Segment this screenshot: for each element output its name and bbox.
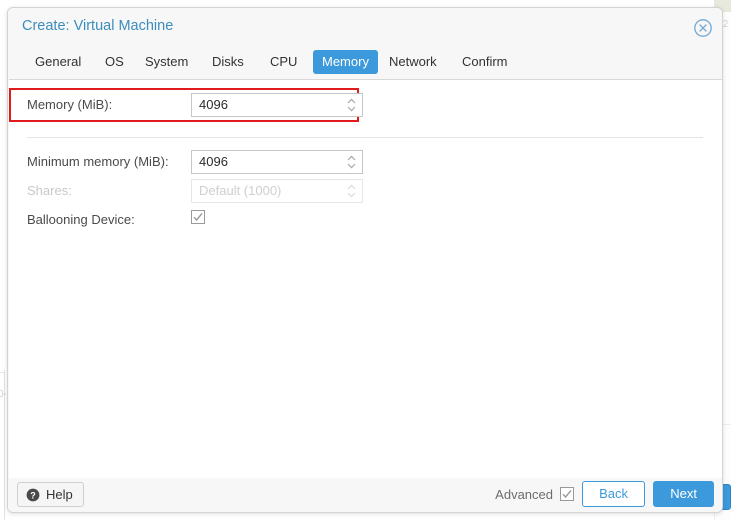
- tab-confirm[interactable]: Confirm: [453, 50, 517, 74]
- memory-label: Memory (MiB):: [27, 97, 113, 112]
- ballooning-device-row: Ballooning Device:: [9, 206, 722, 234]
- ballooning-device-label: Ballooning Device:: [27, 212, 135, 227]
- dialog-titlebar: Create: Virtual Machine: [8, 8, 722, 48]
- advanced-label: Advanced: [495, 486, 553, 502]
- svg-text:?: ?: [30, 490, 36, 500]
- memory-spinbox[interactable]: 4096: [191, 93, 363, 117]
- shares-label: Shares:: [27, 183, 72, 198]
- help-button-label: Help: [46, 487, 73, 502]
- memory-row: Memory (MiB): 4096: [9, 91, 722, 119]
- dialog-footer: ? Help Advanced Back Next: [8, 478, 722, 512]
- memory-stepper-arrows[interactable]: [346, 97, 357, 113]
- minimum-memory-spinbox[interactable]: 4096: [191, 150, 363, 174]
- minimum-memory-label: Minimum memory (MiB):: [27, 154, 169, 169]
- background-left-divider-2: [0, 372, 5, 373]
- section-divider: [27, 137, 703, 138]
- help-button[interactable]: ? Help: [17, 482, 84, 507]
- dialog-title: Create: Virtual Machine: [22, 18, 174, 34]
- shares-spinbox: Default (1000): [191, 179, 363, 203]
- ballooning-device-checkbox[interactable]: [191, 210, 205, 224]
- wizard-tabs: General OS System Disks CPU Memory Netwo…: [8, 48, 722, 79]
- memory-value: 4096: [199, 97, 228, 112]
- minimum-memory-row: Minimum memory (MiB): 4096: [9, 148, 722, 176]
- create-virtual-machine-dialog: Create: Virtual Machine General OS Syste…: [7, 7, 723, 513]
- tab-disks[interactable]: Disks: [203, 50, 253, 74]
- advanced-checkbox[interactable]: [560, 487, 574, 501]
- tab-general[interactable]: General: [26, 50, 90, 74]
- tab-system[interactable]: System: [136, 50, 197, 74]
- tab-network[interactable]: Network: [380, 50, 446, 74]
- tab-memory[interactable]: Memory: [313, 50, 378, 74]
- back-button[interactable]: Back: [582, 481, 645, 507]
- minimum-memory-value: 4096: [199, 154, 228, 169]
- shares-row: Shares: Default (1000): [9, 177, 722, 205]
- close-circle-icon[interactable]: [693, 18, 713, 38]
- tab-os[interactable]: OS: [96, 50, 133, 74]
- minimum-memory-stepper-arrows[interactable]: [346, 154, 357, 170]
- question-circle-icon: ?: [26, 488, 40, 502]
- shares-stepper-arrows: [346, 183, 357, 199]
- next-button[interactable]: Next: [653, 481, 714, 507]
- advanced-toggle-group[interactable]: Advanced: [495, 483, 574, 505]
- tab-cpu[interactable]: CPU: [261, 50, 306, 74]
- shares-value: Default (1000): [199, 183, 282, 198]
- memory-settings-panel: Memory (MiB): 4096 Minimum memory (MiB):…: [9, 79, 722, 479]
